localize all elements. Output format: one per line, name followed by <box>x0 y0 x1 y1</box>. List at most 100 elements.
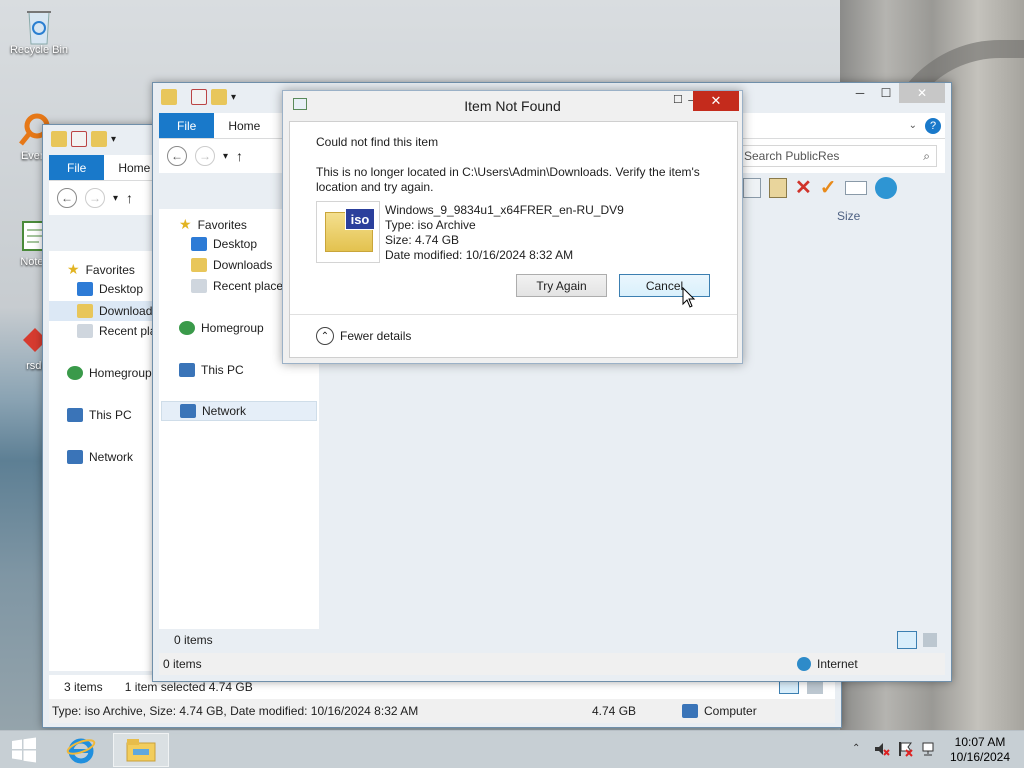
checkmark-icon[interactable]: ✓ <box>820 175 837 200</box>
chevron-down-icon[interactable]: ▾ <box>111 134 116 145</box>
back-arrow-icon[interactable]: ← <box>167 146 187 166</box>
network-status-icon[interactable] <box>922 741 938 757</box>
up-arrow-icon[interactable]: ↑ <box>126 190 133 206</box>
rename-icon[interactable] <box>844 180 867 195</box>
action-center-flag-icon[interactable] <box>898 741 914 757</box>
tree-item-favorites[interactable]: ★ Favorites <box>67 261 135 278</box>
clock-time: 10:07 AM <box>954 735 1006 749</box>
maximize-button[interactable]: ☐ <box>873 83 899 103</box>
properties-icon[interactable] <box>191 89 207 105</box>
minimize-button[interactable]: ─ <box>847 83 873 103</box>
close-button[interactable]: ✕ <box>693 91 739 111</box>
paste-icon[interactable] <box>769 177 787 198</box>
tab-home[interactable]: Home <box>214 113 274 138</box>
tree-item-network[interactable]: Network <box>161 401 317 421</box>
tree-item-downloads[interactable]: Downloads <box>49 301 159 321</box>
tree-item-this-pc[interactable]: This PC <box>179 363 244 377</box>
desktop-icon <box>191 237 207 251</box>
start-button[interactable] <box>6 733 42 767</box>
network-icon <box>180 404 196 418</box>
navigation-pane: ★ Favorites Desktop Downloads Recent plac… <box>49 251 175 671</box>
tree-item-label: Favorites <box>85 262 135 277</box>
iso-badge: iso <box>345 208 375 230</box>
properties-icon[interactable] <box>71 131 87 147</box>
recycle-bin-icon <box>21 6 57 45</box>
recent-places-icon <box>77 324 93 338</box>
back-arrow-icon[interactable]: ← <box>57 188 77 208</box>
help-icon[interactable]: ? <box>925 117 941 134</box>
item-count: 0 items <box>163 657 202 671</box>
internet-explorer-taskbar[interactable] <box>60 733 102 767</box>
internet-explorer-icon <box>66 738 96 764</box>
clock[interactable]: 10:07 AM 10/16/2024 <box>944 735 1016 765</box>
close-button[interactable]: ✕ <box>899 83 945 103</box>
search-input[interactable]: Search PublicRes ⌕ <box>737 145 937 167</box>
quick-access-toolbar: ▾ <box>51 131 116 147</box>
tree-item-label: This PC <box>201 363 244 377</box>
tree-item-label: Recent places <box>213 279 290 293</box>
tree-item-homegroup[interactable]: Homegroup <box>67 366 152 380</box>
desktop-icon-label: Recycle Bin <box>9 44 69 56</box>
tree-item-label: Downloads <box>213 258 273 272</box>
tree-item-label: Desktop <box>213 237 258 251</box>
tree-item-label: Favorites <box>197 217 247 232</box>
tree-item-desktop[interactable]: Desktop <box>77 282 143 296</box>
dialog-heading: Could not find this item <box>316 135 439 149</box>
file-details: Type: iso Archive, Size: 4.74 GB, Date m… <box>52 704 419 718</box>
tree-item-label: Network <box>89 450 134 464</box>
recent-locations-icon[interactable]: ▾ <box>113 193 118 204</box>
tree-item-this-pc[interactable]: This PC <box>67 408 132 422</box>
chevron-down-icon[interactable]: ▾ <box>231 92 236 103</box>
selection-info: 1 item selected 4.74 GB <box>124 680 253 694</box>
cancel-button[interactable]: Cancel <box>619 274 710 297</box>
taskbar: ⌃ 10:07 AM 10/16/2024 <box>0 730 1024 768</box>
tab-file[interactable]: File <box>49 155 105 180</box>
copy-icon[interactable] <box>743 177 761 198</box>
globe-icon[interactable] <box>874 176 897 199</box>
tree-item-recent-places[interactable]: Recent places <box>191 279 289 293</box>
new-folder-icon[interactable] <box>211 89 227 105</box>
folder-icon[interactable] <box>161 89 177 105</box>
speaker-muted-icon[interactable] <box>874 741 890 757</box>
forward-arrow-icon[interactable]: → <box>195 146 215 166</box>
file-explorer-taskbar[interactable] <box>113 733 169 767</box>
tree-item-label: Desktop <box>99 282 144 296</box>
tree-item-label: Homegroup <box>89 366 152 380</box>
tab-file[interactable]: File <box>159 113 215 138</box>
ribbon-command-icons: ✕ ✓ <box>743 175 897 200</box>
tree-item-label: Homegroup <box>201 321 264 335</box>
file-name: Windows_9_9834u1_x64FRER_en-RU_DV9 <box>385 203 624 217</box>
dialog-message: This is no longer located in C:\Users\Ad… <box>316 165 700 194</box>
search-icon: ⌕ <box>923 148 930 163</box>
expand-ribbon-icon[interactable]: ⌄ <box>909 120 917 131</box>
try-again-button[interactable]: Try Again <box>516 274 607 297</box>
large-icons-view-icon[interactable] <box>923 633 937 647</box>
forward-arrow-icon[interactable]: → <box>85 188 105 208</box>
tree-item-downloads[interactable]: Downloads <box>191 258 272 272</box>
file-size: Size: 4.74 GB <box>385 233 460 247</box>
fewer-details-toggle[interactable]: ⌃ Fewer details <box>316 327 411 345</box>
location-label: Computer <box>704 704 757 718</box>
tree-item-desktop[interactable]: Desktop <box>191 237 257 251</box>
recent-locations-icon[interactable]: ▾ <box>223 151 228 162</box>
homegroup-icon <box>179 321 195 335</box>
new-folder-icon[interactable] <box>91 131 107 147</box>
tree-item-label: This PC <box>89 408 132 422</box>
fewer-details-label: Fewer details <box>340 329 412 343</box>
maximize-button[interactable]: ☐ <box>673 93 683 106</box>
up-arrow-icon[interactable]: ↑ <box>236 148 243 164</box>
item-count: 3 items <box>64 680 103 694</box>
file-modified: Date modified: 10/16/2024 8:32 AM <box>385 248 574 262</box>
item-not-found-dialog: Item Not Found ─ ☐ ✕ Could not find this… <box>282 90 743 364</box>
tree-item-homegroup[interactable]: Homegroup <box>179 321 264 335</box>
status-bar: 0 items Internet <box>159 653 945 675</box>
tree-item-favorites[interactable]: ★ Favorites <box>179 216 247 233</box>
show-hidden-icons[interactable]: ⌃ <box>852 743 860 754</box>
delete-icon[interactable]: ✕ <box>795 175 812 200</box>
tree-item-network[interactable]: Network <box>67 450 133 464</box>
recent-places-icon <box>191 279 207 293</box>
details-view-icon[interactable] <box>897 631 917 649</box>
folder-icon[interactable] <box>51 131 67 147</box>
column-header-size[interactable]: Size <box>837 209 860 223</box>
desktop-icon-recycle-bin[interactable]: Recycle Bin <box>4 6 74 56</box>
